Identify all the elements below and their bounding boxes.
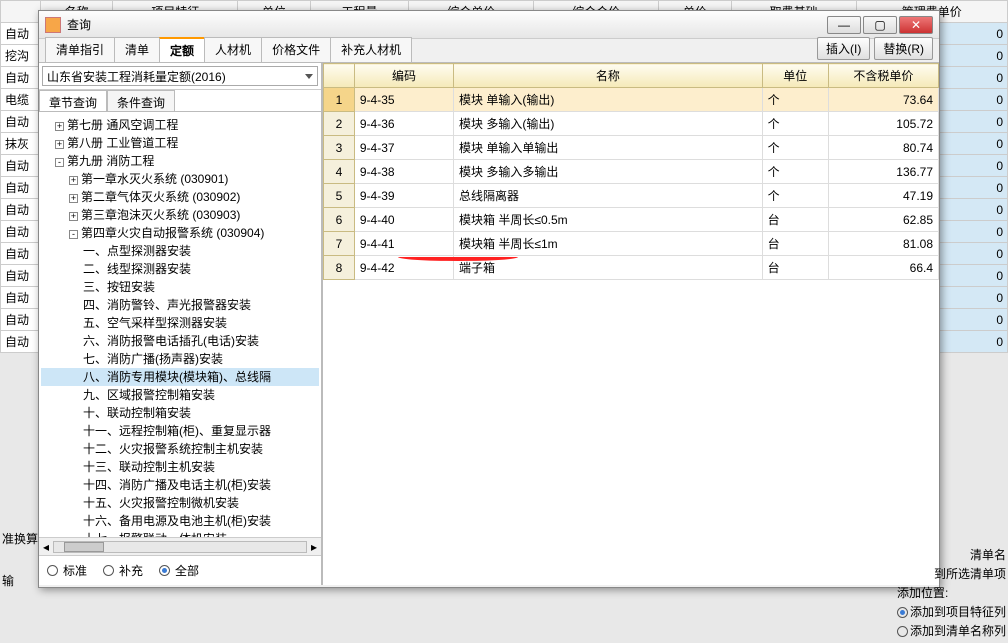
table-row[interactable]: 29-4-36模块 多输入(输出)个105.72: [324, 112, 939, 136]
titlebar[interactable]: 查询 — ▢ ✕: [39, 11, 939, 39]
replace-button[interactable]: 替换(R): [874, 37, 933, 60]
quota-grid[interactable]: 编码名称单位不含税单价 19-4-35模块 单输入(输出)个73.6429-4-…: [323, 63, 939, 280]
out-label: 输: [2, 572, 14, 589]
tree-node[interactable]: 十四、消防广播及电话主机(柜)安装: [41, 476, 319, 494]
tree-node[interactable]: 四、消防警铃、声光报警器安装: [41, 296, 319, 314]
tree-node[interactable]: +第一章水灭火系统 (030901): [41, 170, 319, 188]
radio-all[interactable]: 全部: [159, 562, 199, 579]
right-pane: 编码名称单位不含税单价 19-4-35模块 单输入(输出)个73.6429-4-…: [323, 63, 939, 585]
table-row[interactable]: 69-4-40模块箱 半周长≤0.5m台62.85: [324, 208, 939, 232]
insert-button[interactable]: 插入(I): [817, 37, 870, 60]
sub-tabs: 章节查询条件查询: [39, 90, 321, 112]
subtab-1[interactable]: 条件查询: [107, 90, 175, 111]
minimize-button[interactable]: —: [827, 16, 861, 34]
expand-icon[interactable]: -: [55, 158, 64, 167]
app-icon: [45, 17, 61, 33]
tab-4[interactable]: 价格文件: [261, 37, 331, 62]
tree-hscroll[interactable]: ◂ ▸: [39, 537, 321, 555]
tree-node[interactable]: 十三、联动控制主机安装: [41, 458, 319, 476]
red-annotation: [398, 253, 518, 261]
tree-node[interactable]: +第三章泡沫灭火系统 (030903): [41, 206, 319, 224]
filter-radios: 标准 补充 全部: [39, 555, 321, 585]
tab-2[interactable]: 定额: [159, 37, 205, 62]
radio-supplement[interactable]: 补充: [103, 562, 143, 579]
tree-node[interactable]: -第四章火灾自动报警系统 (030904): [41, 224, 319, 242]
table-row[interactable]: 59-4-39总线隔离器个47.19: [324, 184, 939, 208]
tree-node[interactable]: 八、消防专用模块(模块箱)、总线隔: [41, 368, 319, 386]
tree-node[interactable]: 十五、火灾报警控制微机安装: [41, 494, 319, 512]
radio-standard[interactable]: 标准: [47, 562, 87, 579]
expand-icon[interactable]: +: [55, 122, 64, 131]
dialog-title: 查询: [67, 16, 827, 33]
add-position-panel: 清单名 到所选清单项 添加位置: 添加到项目特征列 添加到清单名称列: [897, 544, 1006, 641]
tree-node[interactable]: 十二、火灾报警系统控制主机安装: [41, 440, 319, 458]
quota-dropdown[interactable]: 山东省安装工程消耗量定额(2016): [42, 66, 318, 86]
tab-0[interactable]: 清单指引: [45, 37, 115, 62]
tree-node[interactable]: 十七、报警联动一体机安装: [41, 530, 319, 537]
close-button[interactable]: ✕: [899, 16, 933, 34]
tree-node[interactable]: 二、线型探测器安装: [41, 260, 319, 278]
prep-label: 准换算: [2, 530, 38, 547]
tree-node[interactable]: 六、消防报警电话插孔(电话)安装: [41, 332, 319, 350]
main-tabs: 清单指引清单定额人材机价格文件补充人材机 插入(I) 替换(R): [39, 39, 939, 63]
expand-icon[interactable]: +: [55, 140, 64, 149]
tree-node[interactable]: -第九册 消防工程: [41, 152, 319, 170]
tree-node[interactable]: +第八册 工业管道工程: [41, 134, 319, 152]
left-pane: 山东省安装工程消耗量定额(2016) 章节查询条件查询 +第七册 通风空调工程+…: [39, 63, 323, 585]
tree-node[interactable]: 五、空气采样型探测器安装: [41, 314, 319, 332]
tree-node[interactable]: 十、联动控制箱安装: [41, 404, 319, 422]
query-dialog: 查询 — ▢ ✕ 清单指引清单定额人材机价格文件补充人材机 插入(I) 替换(R…: [38, 10, 940, 588]
tree-node[interactable]: 七、消防广播(扬声器)安装: [41, 350, 319, 368]
chevron-down-icon: [305, 74, 313, 79]
tree-node[interactable]: 十六、备用电源及电池主机(柜)安装: [41, 512, 319, 530]
tree-node[interactable]: 九、区域报警控制箱安装: [41, 386, 319, 404]
maximize-button[interactable]: ▢: [863, 16, 897, 34]
tree-node[interactable]: 十一、远程控制箱(柜)、重复显示器: [41, 422, 319, 440]
tree-node[interactable]: 三、按钮安装: [41, 278, 319, 296]
expand-icon[interactable]: +: [69, 212, 78, 221]
expand-icon[interactable]: +: [69, 194, 78, 203]
tree-node[interactable]: +第七册 通风空调工程: [41, 116, 319, 134]
tree-node[interactable]: +第二章气体灭火系统 (030902): [41, 188, 319, 206]
expand-icon[interactable]: -: [69, 230, 78, 239]
chapter-tree[interactable]: +第七册 通风空调工程+第八册 工业管道工程-第九册 消防工程+第一章水灭火系统…: [39, 112, 321, 537]
table-row[interactable]: 79-4-41模块箱 半周长≤1m台81.08: [324, 232, 939, 256]
table-row[interactable]: 39-4-37模块 单输入单输出个80.74: [324, 136, 939, 160]
dropdown-value: 山东省安装工程消耗量定额(2016): [47, 68, 226, 85]
tree-node[interactable]: 一、点型探测器安装: [41, 242, 319, 260]
radio-add-feature[interactable]: 添加到项目特征列: [897, 603, 1006, 620]
tab-5[interactable]: 补充人材机: [330, 37, 412, 62]
radio-add-name[interactable]: 添加到清单名称列: [897, 622, 1006, 639]
tab-3[interactable]: 人材机: [204, 37, 262, 62]
tab-1[interactable]: 清单: [114, 37, 160, 62]
expand-icon[interactable]: +: [69, 176, 78, 185]
table-row[interactable]: 49-4-38模块 多输入多输出个136.77: [324, 160, 939, 184]
table-row[interactable]: 19-4-35模块 单输入(输出)个73.64: [324, 88, 939, 112]
subtab-0[interactable]: 章节查询: [39, 90, 107, 111]
